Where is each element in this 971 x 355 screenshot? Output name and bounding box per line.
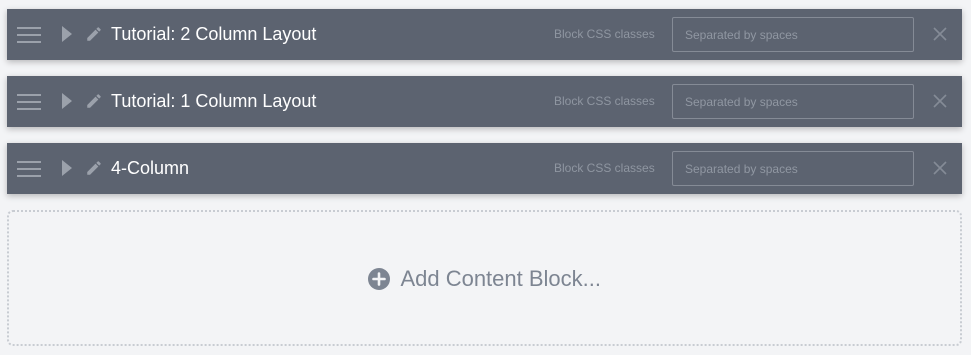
drag-handle-icon[interactable] [17, 161, 41, 177]
block-title[interactable]: 4-Column [111, 157, 189, 179]
block-title[interactable]: Tutorial: 1 Column Layout [111, 90, 316, 112]
pencil-icon[interactable] [85, 25, 103, 43]
content-block-row: Tutorial: 1 Column Layout Block CSS clas… [7, 76, 962, 127]
close-icon[interactable] [932, 26, 948, 42]
add-content-block-content: Add Content Block... [9, 266, 960, 292]
expand-triangle-icon[interactable] [62, 93, 72, 109]
drag-handle-icon[interactable] [17, 27, 41, 43]
pencil-icon[interactable] [85, 159, 103, 177]
pencil-icon[interactable] [85, 92, 103, 110]
content-block-row: 4-Column Block CSS classes [7, 143, 962, 194]
drag-handle-icon[interactable] [17, 94, 41, 110]
block-title[interactable]: Tutorial: 2 Column Layout [111, 23, 316, 45]
block-css-classes-input[interactable] [672, 17, 914, 52]
expand-triangle-icon[interactable] [62, 160, 72, 176]
block-css-classes-label: Block CSS classes [554, 94, 655, 108]
close-icon[interactable] [932, 160, 948, 176]
expand-triangle-icon[interactable] [62, 26, 72, 42]
content-block-row: Tutorial: 2 Column Layout Block CSS clas… [7, 9, 962, 60]
add-content-block-button[interactable]: Add Content Block... [7, 210, 962, 346]
block-css-classes-label: Block CSS classes [554, 161, 655, 175]
plus-circle-icon [367, 268, 390, 290]
add-content-block-label: Add Content Block... [400, 266, 601, 291]
block-css-classes-input[interactable] [672, 151, 914, 186]
close-icon[interactable] [932, 93, 948, 109]
block-css-classes-input[interactable] [672, 84, 914, 119]
block-css-classes-label: Block CSS classes [554, 27, 655, 41]
